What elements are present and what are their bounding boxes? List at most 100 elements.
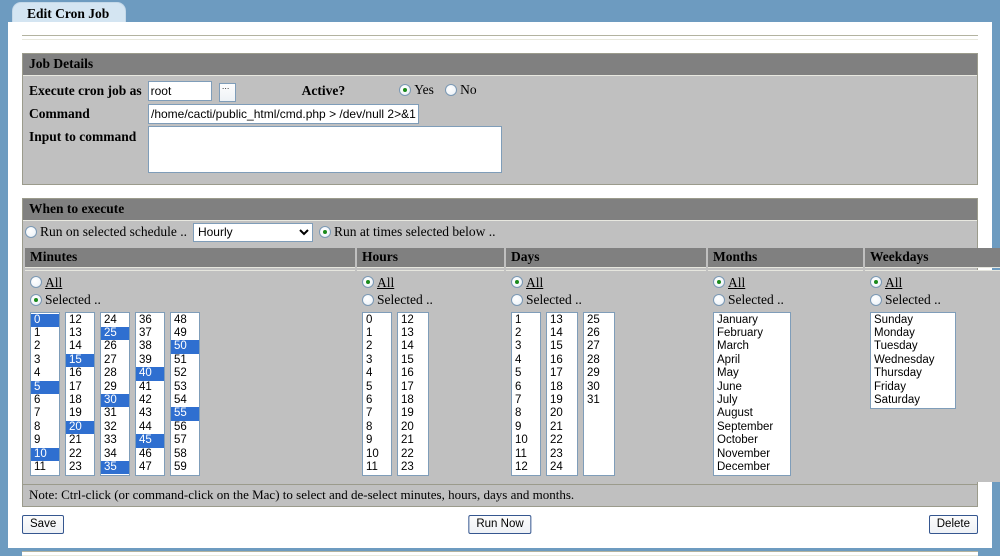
- list-item[interactable]: 27: [584, 340, 614, 353]
- list-item[interactable]: 26: [584, 327, 614, 340]
- list-item[interactable]: 42: [136, 394, 164, 407]
- days-selected-radio-wrap[interactable]: Selected ..: [511, 292, 582, 307]
- save-button[interactable]: Save: [22, 515, 65, 535]
- list-item[interactable]: 21: [547, 421, 577, 434]
- list-item[interactable]: 51: [171, 354, 199, 367]
- list-item[interactable]: 1: [363, 327, 391, 340]
- list-item[interactable]: 54: [171, 394, 199, 407]
- radio-weekdays-all-icon[interactable]: [870, 276, 882, 289]
- list-item[interactable]: 3: [31, 354, 59, 367]
- list-item[interactable]: 29: [584, 367, 614, 380]
- months-selected-option[interactable]: Selected ..: [713, 292, 858, 309]
- hours-listbox-1[interactable]: 0 1 2 3 4 5 6 7 8 9 10 11: [362, 311, 392, 477]
- list-item[interactable]: 23: [398, 461, 428, 474]
- list-item[interactable]: 22: [398, 448, 428, 461]
- list-item[interactable]: 19: [547, 394, 577, 407]
- list-item[interactable]: 18: [66, 394, 94, 407]
- input-to-command-textarea[interactable]: [147, 125, 502, 173]
- radio-active-no-icon[interactable]: [445, 84, 458, 97]
- list-item[interactable]: 12: [398, 314, 428, 327]
- days-listbox-2[interactable]: 13 14 15 16 17 18 19 20 21 22 23 24: [546, 311, 578, 477]
- list-item[interactable]: 7: [31, 407, 59, 420]
- list-item[interactable]: 25: [101, 326, 129, 341]
- minutes-selected-radio-wrap[interactable]: Selected ..: [30, 292, 101, 307]
- list-item[interactable]: 33: [101, 434, 129, 447]
- list-item[interactable]: Saturday: [871, 394, 955, 407]
- list-item[interactable]: 7: [363, 407, 391, 420]
- list-item[interactable]: November: [714, 448, 790, 461]
- list-item[interactable]: 31: [101, 407, 129, 420]
- radio-active-yes-icon[interactable]: [399, 84, 412, 97]
- radio-minutes-all-icon[interactable]: [30, 276, 42, 289]
- list-item[interactable]: 19: [66, 407, 94, 420]
- run-now-button[interactable]: Run Now: [468, 515, 532, 535]
- days-selected-option[interactable]: Selected ..: [511, 292, 701, 309]
- list-item[interactable]: 18: [398, 394, 428, 407]
- list-item[interactable]: 11: [512, 448, 540, 461]
- list-item[interactable]: 26: [101, 340, 129, 353]
- list-item[interactable]: 43: [136, 407, 164, 420]
- list-item[interactable]: March: [714, 340, 790, 353]
- list-item[interactable]: 13: [66, 327, 94, 340]
- list-item[interactable]: 22: [547, 434, 577, 447]
- list-item[interactable]: 9: [512, 421, 540, 434]
- radio-days-all-icon[interactable]: [511, 276, 523, 289]
- list-item[interactable]: 30: [584, 381, 614, 394]
- run-on-schedule-option[interactable]: Run on selected schedule ..: [25, 224, 187, 240]
- minutes-listbox-1[interactable]: 0 1 2 3 4 5 6 7 8 9 10 11: [30, 311, 60, 477]
- list-item[interactable]: 6: [363, 394, 391, 407]
- list-item[interactable]: 45: [136, 434, 164, 448]
- list-item[interactable]: 52: [171, 367, 199, 380]
- list-item[interactable]: 16: [66, 367, 94, 380]
- list-item[interactable]: 2: [363, 340, 391, 353]
- radio-days-selected-icon[interactable]: [511, 293, 523, 306]
- days-all-radio-wrap[interactable]: All: [511, 275, 543, 290]
- list-item[interactable]: 47: [136, 461, 164, 474]
- list-item[interactable]: 20: [547, 407, 577, 420]
- radio-months-selected-icon[interactable]: [713, 293, 725, 306]
- list-item[interactable]: 20: [66, 420, 94, 435]
- list-item[interactable]: 3: [363, 354, 391, 367]
- list-item[interactable]: 36: [136, 314, 164, 327]
- list-item[interactable]: 8: [512, 407, 540, 420]
- list-item[interactable]: 21: [66, 434, 94, 447]
- hours-all-radio-wrap[interactable]: All: [362, 275, 394, 290]
- months-all-radio-wrap[interactable]: All: [713, 275, 745, 290]
- radio-months-all-icon[interactable]: [713, 276, 725, 289]
- list-item[interactable]: 5: [31, 380, 59, 394]
- list-item[interactable]: 41: [136, 381, 164, 394]
- list-item[interactable]: 17: [398, 381, 428, 394]
- list-item[interactable]: 24: [101, 314, 129, 327]
- list-item[interactable]: Monday: [871, 327, 955, 340]
- list-item[interactable]: 49: [171, 327, 199, 340]
- minutes-all-option[interactable]: All: [30, 275, 350, 292]
- list-item[interactable]: 30: [101, 393, 129, 408]
- list-item[interactable]: 16: [547, 354, 577, 367]
- days-all-option[interactable]: All: [511, 275, 701, 292]
- list-item[interactable]: 17: [547, 367, 577, 380]
- hours-listbox-2[interactable]: 12 13 14 15 16 17 18 19 20 21 22 23: [397, 311, 429, 477]
- list-item[interactable]: 2: [31, 340, 59, 353]
- list-item[interactable]: 28: [584, 354, 614, 367]
- list-item[interactable]: 25: [584, 314, 614, 327]
- minutes-listbox-2[interactable]: 12 13 14 15 16 17 18 19 20 21 22 23: [65, 311, 95, 477]
- list-item[interactable]: 5: [363, 381, 391, 394]
- weekdays-selected-radio-wrap[interactable]: Selected ..: [870, 292, 941, 307]
- list-item[interactable]: September: [714, 421, 790, 434]
- list-item[interactable]: 18: [547, 381, 577, 394]
- list-item[interactable]: 28: [101, 367, 129, 380]
- list-item[interactable]: 17: [66, 381, 94, 394]
- list-item[interactable]: 44: [136, 421, 164, 434]
- list-item[interactable]: 59: [171, 461, 199, 474]
- days-listbox-1[interactable]: 1 2 3 4 5 6 7 8 9 10 11 12: [511, 311, 541, 477]
- weekdays-selected-option[interactable]: Selected ..: [870, 292, 1000, 309]
- list-item[interactable]: February: [714, 327, 790, 340]
- list-item[interactable]: 34: [101, 448, 129, 461]
- list-item[interactable]: 57: [171, 434, 199, 447]
- list-item[interactable]: 11: [31, 461, 59, 474]
- list-item[interactable]: 22: [66, 448, 94, 461]
- weekdays-listbox[interactable]: Sunday Monday Tuesday Wednesday Thursday Frid…: [870, 311, 956, 410]
- list-item[interactable]: 39: [136, 354, 164, 367]
- list-item[interactable]: 13: [547, 314, 577, 327]
- radio-weekdays-selected-icon[interactable]: [870, 293, 882, 306]
